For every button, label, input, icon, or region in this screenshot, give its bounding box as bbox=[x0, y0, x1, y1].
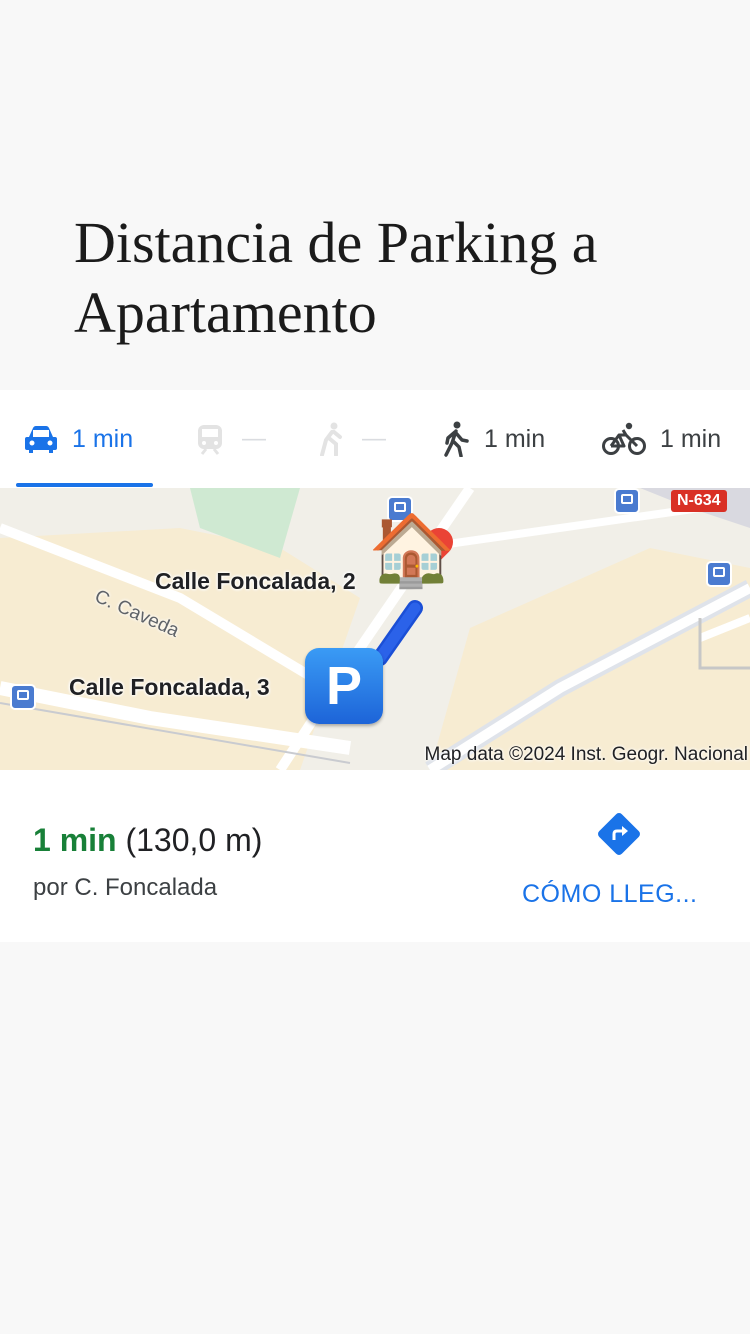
tab-walking-time: 1 min bbox=[484, 424, 546, 453]
tab-driving-time: 1 min bbox=[72, 424, 134, 453]
house-icon: 🏠 bbox=[368, 511, 456, 589]
page-heading: Distancia de Parking a Apartamento bbox=[74, 210, 598, 345]
tab-ride[interactable]: — bbox=[314, 390, 386, 488]
ride-icon bbox=[320, 422, 342, 456]
bicycle-icon bbox=[602, 422, 646, 455]
bus-stop-icon[interactable] bbox=[706, 561, 732, 587]
train-icon bbox=[198, 425, 222, 455]
directions-button[interactable]: CÓMO LLEG... bbox=[522, 880, 697, 909]
route-distance: (130,0 m) bbox=[125, 822, 263, 858]
route-summary[interactable]: 1 min (130,0 m) por C. Foncalada CÓMO LL… bbox=[0, 770, 750, 942]
walking-icon bbox=[444, 421, 469, 457]
car-icon bbox=[25, 426, 57, 453]
origin-address-label: Calle Foncalada, 3 bbox=[69, 674, 270, 700]
route-duration-distance: 1 min (130,0 m) bbox=[33, 822, 262, 859]
bus-stop-icon[interactable] bbox=[614, 488, 640, 514]
route-via: por C. Foncalada bbox=[33, 874, 218, 901]
route-duration: 1 min bbox=[33, 822, 117, 858]
tab-transit[interactable]: — bbox=[196, 390, 266, 488]
tab-driving[interactable]: 1 min bbox=[24, 390, 133, 488]
tab-transit-time: — bbox=[242, 425, 266, 452]
tab-cycling-time: 1 min bbox=[660, 424, 722, 453]
tab-ride-time: — bbox=[362, 425, 386, 452]
parking-icon: P bbox=[305, 648, 383, 724]
tab-walking[interactable]: 1 min bbox=[440, 390, 545, 488]
road-badge-n634: N-634 bbox=[671, 490, 727, 512]
travel-mode-tabs: 1 min — — 1 min 1 min bbox=[0, 390, 750, 488]
destination-address-label: Calle Foncalada, 2 bbox=[155, 568, 356, 594]
map-attribution: Map data ©2024 Inst. Geogr. Nacional bbox=[424, 744, 748, 765]
bus-stop-icon[interactable] bbox=[10, 684, 36, 710]
tab-cycling[interactable]: 1 min bbox=[602, 390, 721, 488]
active-tab-indicator bbox=[16, 483, 153, 487]
directions-icon[interactable] bbox=[605, 820, 633, 848]
